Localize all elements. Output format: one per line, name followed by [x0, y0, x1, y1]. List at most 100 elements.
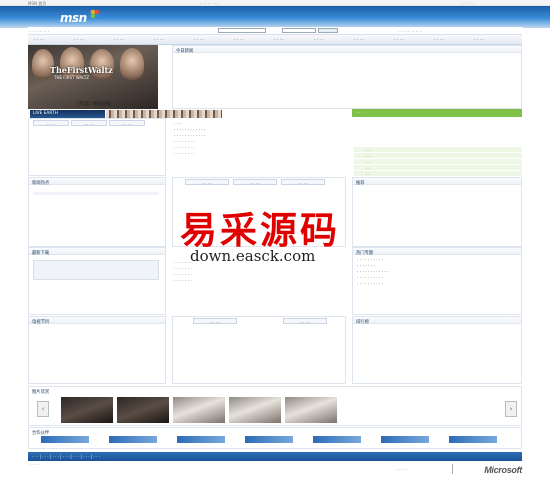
- list-item[interactable]: · · · · · · · ·: [174, 146, 195, 151]
- nav-item-5[interactable]: · · · ·: [194, 38, 204, 43]
- main-nav: · · · · · · · · · · · · · · · · · · · · …: [28, 35, 522, 45]
- partner-logo-3[interactable]: [177, 436, 225, 443]
- list-item[interactable]: · · · · · · ·: [174, 267, 192, 272]
- news-hot-heading: 新闻热点: [32, 180, 50, 186]
- search-row-right-links[interactable]: · · · · · · · · · ·: [398, 29, 422, 34]
- hero-figure-4: [120, 48, 144, 80]
- nav-item-4[interactable]: · · · ·: [154, 38, 164, 43]
- today-news-heading: 今日新闻: [176, 48, 194, 54]
- msn-header: msn: [0, 6, 550, 28]
- partner-logo-7[interactable]: [449, 436, 497, 443]
- gallery-thumb-3[interactable]: · · ·: [173, 397, 225, 430]
- chevron-right-icon[interactable]: ›: [505, 401, 517, 417]
- search-row: · · · · · · · · · · · · · · · · · ·: [28, 27, 522, 35]
- live-earth-photo-strip[interactable]: [106, 110, 222, 118]
- partner-logo-2[interactable]: [109, 436, 157, 443]
- recommend-panel: 推荐: [352, 177, 522, 247]
- msn-logo[interactable]: msn: [60, 11, 87, 25]
- tv-heading: 电视节目: [32, 319, 50, 325]
- recommend-heading: 推荐: [356, 180, 365, 186]
- download-panel: 最新下载: [28, 247, 166, 315]
- list-item[interactable]: · · · · · · · · · ·: [357, 258, 383, 263]
- search-row-left-text: · · · · · · · ·: [30, 28, 50, 34]
- download-heading: 最新下载: [32, 250, 50, 256]
- list-item[interactable]: · · · · · · · · · ·: [357, 276, 383, 281]
- chevron-left-icon[interactable]: ‹: [37, 401, 49, 417]
- gallery-thumb-1[interactable]: · · ·: [61, 397, 113, 430]
- nav-item-10[interactable]: · · · ·: [394, 38, 404, 43]
- today-news-panel: 今日新闻: [172, 45, 522, 109]
- msn-butterfly-icon: [90, 9, 100, 19]
- partner-logo-4[interactable]: [245, 436, 293, 443]
- list-item[interactable]: · · · · · · ·: [174, 261, 192, 266]
- download-box[interactable]: [33, 260, 159, 280]
- center2-tab-1[interactable]: · · · ·: [193, 318, 237, 325]
- footer-copyright: · · · ·: [30, 462, 39, 467]
- search-button[interactable]: [318, 28, 338, 33]
- ranking-panel: 排行榜: [352, 316, 522, 384]
- gallery-panel: 图片欣赏 ‹ · · · · · · · · · · · · · · · ›: [28, 386, 522, 430]
- center-tab-2[interactable]: · · · ·: [233, 179, 277, 186]
- partner-logo-5[interactable]: [313, 436, 361, 443]
- top-link-center[interactable]: · · · · · · · ·: [200, 1, 219, 6]
- search-input[interactable]: [218, 28, 266, 33]
- list-item[interactable]: · · · · · · ·: [357, 264, 375, 269]
- tab-1[interactable]: · · · ·: [33, 120, 69, 127]
- green-panel-heading: · · ·: [356, 110, 363, 116]
- list-item[interactable]: · · · · · · · ·: [174, 152, 195, 157]
- left-tab-panel: · · · · · · · · · · · ·: [28, 118, 166, 176]
- partners-panel: 合作伙伴: [28, 427, 522, 449]
- gallery-thumb-5[interactable]: · · ·: [285, 397, 337, 430]
- partner-logo-6[interactable]: [381, 436, 429, 443]
- news-hot-bar: [33, 192, 159, 195]
- tab-2[interactable]: · · · ·: [71, 120, 107, 127]
- list-item[interactable]: · · · · · · · ·: [174, 140, 195, 145]
- tv-panel: 电视节目: [28, 316, 166, 384]
- list-item[interactable]: · · · · · · ·: [174, 279, 192, 284]
- list-item[interactable]: · · · · · · · · · · · ·: [174, 128, 205, 133]
- center-list-2: · · · · · · · · · · · · · · · · · · · · …: [172, 255, 346, 315]
- nav-item-3[interactable]: · · · ·: [114, 38, 124, 43]
- middle-news-list: · · · · · · · · · · · · · · · · · · · · …: [172, 120, 346, 176]
- nav-item-1[interactable]: · · · ·: [34, 38, 44, 43]
- nav-item-6[interactable]: · · · ·: [234, 38, 244, 43]
- footer-ms-note: · · · · ·: [396, 467, 408, 472]
- ranking-heading: 排行榜: [356, 319, 369, 325]
- tab-3[interactable]: · · · ·: [109, 120, 145, 127]
- gallery-thumb-2[interactable]: · · ·: [117, 397, 169, 430]
- top-link-right[interactable]: · · · · · ·: [460, 1, 474, 6]
- footer-divider: [452, 464, 453, 474]
- nav-item-9[interactable]: · · · ·: [354, 38, 364, 43]
- microsoft-logo[interactable]: Microsoft: [484, 465, 522, 475]
- nav-item-12[interactable]: · · · ·: [474, 38, 484, 43]
- center-tab-1[interactable]: · · · ·: [185, 179, 229, 186]
- list-item[interactable]: · · · · · · · · · · · ·: [174, 134, 205, 139]
- hero-caption[interactable]: 《夜宴》精彩剧照: [28, 100, 158, 108]
- partner-logo-1[interactable]: [41, 436, 89, 443]
- footer: · · · · · · · · · Microsoft: [28, 461, 522, 480]
- hero-subtitle: THE FIRST WALTZ: [54, 75, 90, 80]
- nav-item-11[interactable]: · · · ·: [434, 38, 444, 43]
- list-item[interactable]: · · · · · · · · · ·: [357, 282, 383, 287]
- center-tab-panel-2: · · · · · · · ·: [172, 316, 346, 384]
- footer-links-bar: · · · | · · · | · · · | · · · | · · · | …: [28, 452, 522, 461]
- news-hot-panel: 新闻热点: [28, 177, 166, 247]
- list-item[interactable]: · · · · · · ·: [174, 273, 192, 278]
- list-heading: · · ·: [174, 122, 181, 127]
- partners-heading: 合作伙伴: [32, 430, 50, 436]
- gallery-thumb-4[interactable]: · · ·: [229, 397, 281, 430]
- right-green-panel: · · · · · · · · · · · · ·: [352, 109, 522, 179]
- center2-tab-2[interactable]: · · · ·: [283, 318, 327, 325]
- footer-links[interactable]: · · · | · · · | · · · | · · · | · · · | …: [32, 454, 100, 459]
- search-category-select[interactable]: [282, 28, 316, 33]
- list-item[interactable]: · · · · · · · · · · · ·: [357, 270, 388, 275]
- nav-item-7[interactable]: · · · ·: [274, 38, 284, 43]
- nav-item-8[interactable]: · · · ·: [314, 38, 324, 43]
- center-tab-3[interactable]: · · · ·: [281, 179, 325, 186]
- hot-topic-heading: 热门专题: [356, 250, 374, 256]
- gallery-heading: 图片欣赏: [32, 389, 50, 395]
- nav-item-2[interactable]: · · · ·: [74, 38, 84, 43]
- hot-topic-panel: 热门专题 · · · · · · · · · · · · · · · · · ·…: [352, 247, 522, 315]
- hero-title: TheFirstWaltz: [50, 65, 113, 75]
- watermark-chinese: 易采源码: [180, 208, 340, 252]
